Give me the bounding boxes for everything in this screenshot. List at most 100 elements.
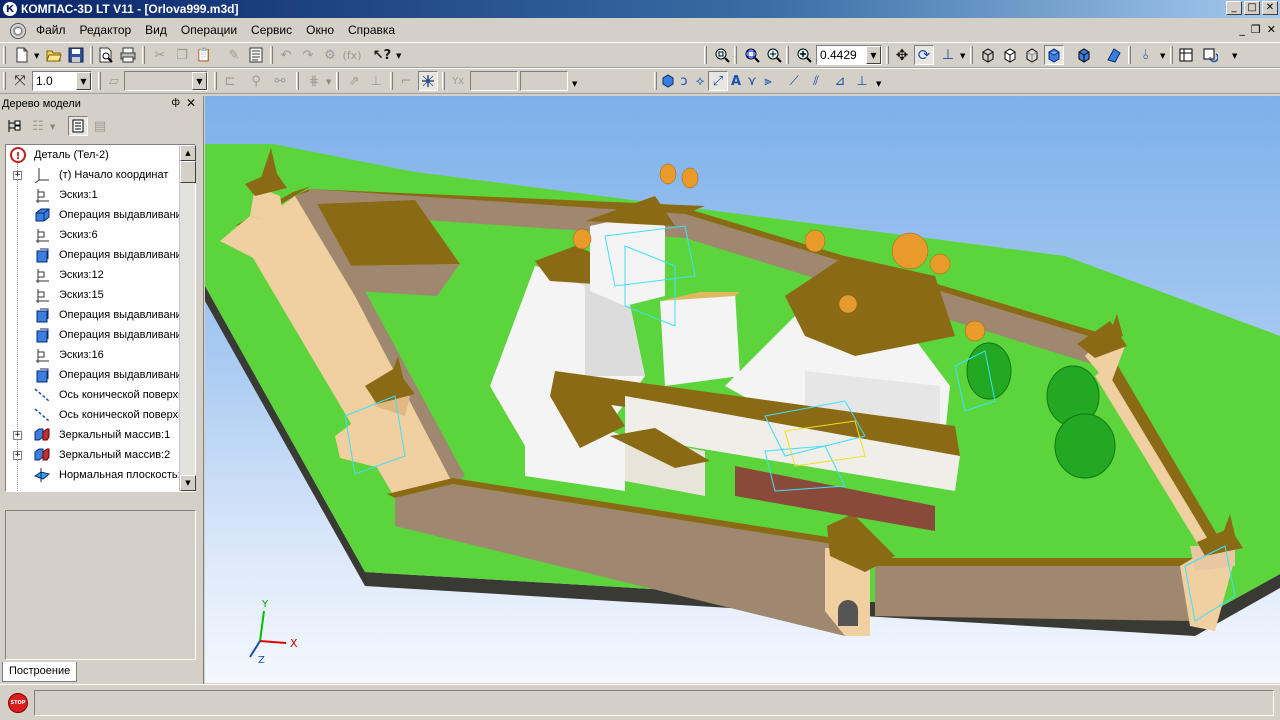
minimize-button[interactable]: _ bbox=[1226, 1, 1242, 15]
menu-editor[interactable]: Редактор bbox=[73, 20, 139, 41]
rebuild-icon[interactable] bbox=[1200, 45, 1220, 65]
variables-fx-icon[interactable]: (fx) bbox=[342, 45, 362, 65]
tree-item-sketch-16[interactable]: Эскиз:16 bbox=[6, 345, 180, 365]
grid-dropdown-arrow[interactable]: ▼ bbox=[326, 78, 331, 86]
coord-y-field[interactable] bbox=[520, 71, 568, 91]
round-icon[interactable]: ⌐ bbox=[396, 71, 416, 91]
open-folder-icon[interactable] bbox=[44, 45, 64, 65]
toolbar-grip[interactable] bbox=[3, 72, 6, 90]
toolbar-overflow-arrow[interactable]: ▼ bbox=[1232, 52, 1237, 60]
menu-operations[interactable]: Операции bbox=[174, 20, 244, 41]
copy-icon[interactable]: ❐ bbox=[172, 45, 192, 65]
feature-plane-icon[interactable]: ⊿ bbox=[830, 71, 850, 91]
library-icon[interactable]: ⚙ bbox=[320, 45, 340, 65]
tree-item-sketch-15[interactable]: Эскиз:15 bbox=[6, 285, 180, 305]
undo-icon[interactable]: ↶ bbox=[276, 45, 296, 65]
tree-item-sketch-6[interactable]: Эскиз:6 bbox=[6, 225, 180, 245]
ortho-icon[interactable]: ⚯ bbox=[270, 71, 290, 91]
layer-dropdown-arrow[interactable]: ▼ bbox=[192, 72, 207, 90]
step-dropdown-arrow[interactable]: ▼ bbox=[76, 72, 91, 90]
feature-tools-icon[interactable]: ⫸ bbox=[758, 71, 778, 91]
perspective-icon[interactable] bbox=[1104, 45, 1124, 65]
toolbar-grip[interactable] bbox=[704, 46, 707, 64]
layer-combo[interactable]: ▼ bbox=[124, 71, 208, 91]
snap-icon[interactable]: ⚲ bbox=[246, 71, 266, 91]
format-brush-icon[interactable]: ✎ bbox=[224, 45, 244, 65]
close-icon[interactable]: ✕ bbox=[186, 96, 196, 110]
section-dropdown-arrow[interactable]: ▼ bbox=[1160, 52, 1165, 60]
zoom-scale-dropdown-arrow[interactable]: ▼ bbox=[866, 46, 881, 64]
context-help-icon[interactable]: ↖? bbox=[372, 45, 392, 65]
tree-item-sketch-1[interactable]: Эскиз:1 bbox=[6, 185, 180, 205]
tree-item-cone-axis-1[interactable]: Ось конической поверхности bbox=[6, 385, 180, 405]
shaded-view-icon[interactable] bbox=[1044, 45, 1064, 65]
coordinates-icon[interactable]: YX bbox=[448, 71, 468, 91]
menu-view[interactable]: Вид bbox=[138, 20, 174, 41]
document-system-icon[interactable] bbox=[10, 22, 26, 39]
tree-expander[interactable]: + bbox=[13, 450, 22, 460]
zoom-in-icon[interactable] bbox=[794, 45, 814, 65]
cs-rotate-icon[interactable]: ⇗ bbox=[344, 71, 364, 91]
feature-line-icon[interactable]: ⟋ bbox=[784, 71, 804, 91]
snap-grid-icon[interactable] bbox=[418, 71, 438, 91]
tree-item-origin[interactable]: + (т) Начало координат bbox=[6, 165, 180, 185]
doc-close-button[interactable]: ✕ bbox=[1267, 23, 1276, 36]
orientation-icon[interactable]: ⊥ bbox=[938, 45, 958, 65]
tree-item-extrude-3[interactable]: Операция выдавливания bbox=[6, 305, 180, 325]
zoom-window-icon[interactable] bbox=[742, 45, 762, 65]
wireframe-view-icon[interactable] bbox=[978, 45, 998, 65]
close-button[interactable]: ✕ bbox=[1262, 1, 1278, 15]
save-disk-icon[interactable] bbox=[66, 45, 86, 65]
tree-structure-icon[interactable] bbox=[4, 116, 24, 136]
feature-edge-icon[interactable]: ⤢ bbox=[708, 71, 728, 91]
rotate-view-icon[interactable]: ⟳ bbox=[914, 45, 934, 65]
menu-window[interactable]: Окно bbox=[299, 20, 341, 41]
pin-icon[interactable]: ф bbox=[171, 97, 180, 108]
zoom-dynamic-icon[interactable] bbox=[764, 45, 784, 65]
tree-item-part[interactable]: − ! Деталь (Тел-2) bbox=[6, 145, 180, 165]
zoom-scale-combo[interactable]: 0.4429 ▼ bbox=[816, 45, 882, 65]
tree-item-extrude-1[interactable]: Операция выдавливания bbox=[6, 205, 180, 225]
tree-item-extrude-5[interactable]: Операция выдавливания bbox=[6, 365, 180, 385]
maximize-button[interactable]: □ bbox=[1244, 1, 1260, 15]
paste-icon[interactable]: 📋 bbox=[194, 45, 214, 65]
print-preview-icon[interactable] bbox=[96, 45, 116, 65]
tree-item-mirror-1[interactable]: + Зеркальный массив:1 bbox=[6, 425, 180, 445]
doc-restore-button[interactable]: ❐ bbox=[1251, 23, 1261, 36]
menu-help[interactable]: Справка bbox=[341, 20, 402, 41]
scroll-down-button[interactable]: ▼ bbox=[180, 475, 196, 491]
thin-hidden-lines-icon[interactable] bbox=[1022, 45, 1042, 65]
zoom-all-icon[interactable] bbox=[712, 45, 732, 65]
help-dropdown-arrow[interactable]: ▼ bbox=[396, 52, 401, 60]
tree-item-sketch-12[interactable]: Эскиз:12 bbox=[6, 265, 180, 285]
menu-file[interactable]: Файл bbox=[32, 20, 73, 41]
orientation-dropdown-arrow[interactable]: ▼ bbox=[960, 52, 965, 60]
feature-axis-icon[interactable]: ⊥ bbox=[852, 71, 872, 91]
tree-list-mode-icon[interactable]: ▤ bbox=[90, 116, 110, 136]
menu-service[interactable]: Сервис bbox=[244, 20, 299, 41]
tree-filter-icon[interactable]: ☷ bbox=[28, 116, 48, 136]
model-viewport[interactable]: Y X Z bbox=[205, 96, 1280, 683]
cut-icon[interactable]: ✂ bbox=[150, 45, 170, 65]
toolbar-grip[interactable] bbox=[3, 46, 6, 64]
tab-construction[interactable]: Построение bbox=[2, 662, 78, 682]
tree-expander[interactable]: + bbox=[13, 430, 22, 440]
feature-dropdown-arrow[interactable]: ▼ bbox=[876, 80, 881, 88]
measure-icon[interactable] bbox=[1176, 45, 1196, 65]
cs-origin-icon[interactable]: ⊥ bbox=[366, 71, 386, 91]
coord-x-field[interactable] bbox=[470, 71, 518, 91]
layer-icon[interactable]: ▱ bbox=[104, 71, 124, 91]
hidden-lines-icon[interactable] bbox=[1000, 45, 1020, 65]
grid-icon[interactable]: ⋕ bbox=[304, 71, 324, 91]
shaded-edges-icon[interactable] bbox=[1074, 45, 1094, 65]
new-document-icon[interactable] bbox=[12, 45, 32, 65]
coords-dropdown-arrow[interactable]: ▼ bbox=[572, 80, 577, 88]
doc-minimize-button[interactable]: _ bbox=[1239, 23, 1245, 36]
properties-list-icon[interactable] bbox=[246, 45, 266, 65]
tree-view-mode-icon[interactable] bbox=[68, 116, 88, 136]
tree-item-cone-axis-2[interactable]: Ось конической поверхности bbox=[6, 405, 180, 425]
toolbar-grip[interactable] bbox=[654, 72, 657, 90]
pan-move-icon[interactable]: ✥ bbox=[892, 45, 912, 65]
print-icon[interactable] bbox=[118, 45, 138, 65]
feature-points-icon[interactable]: ⟡ bbox=[690, 71, 710, 91]
